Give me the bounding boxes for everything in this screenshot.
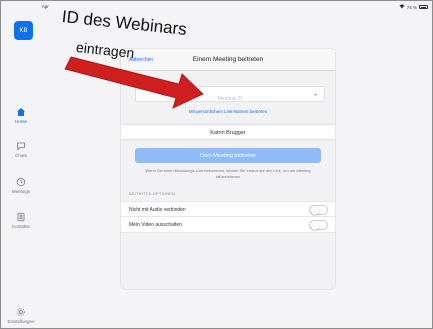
app-window: 09:46 Sonntag 18. Apr 74 % KB Home Chats… <box>0 0 433 329</box>
sidebar-item-home[interactable]: Home <box>1 107 41 124</box>
option-row-no-audio: Nicht mit Audio verbinden <box>121 201 335 217</box>
sidebar-item-settings[interactable]: Einstellungen <box>1 307 41 324</box>
sidebar-item-meetings[interactable]: Meetings <box>1 177 41 194</box>
invite-note: Wenn Sie einen Einladungs-Link bekommen,… <box>145 168 311 179</box>
sidebar-item-label: Kontakte <box>12 224 30 229</box>
meeting-id-input[interactable] <box>136 92 324 106</box>
option-row-video-off: Mein Video ausschalten <box>121 217 335 233</box>
clock-icon <box>16 177 26 187</box>
battery-text: 74 % <box>406 4 417 10</box>
options-section-title: BEITRITTS-OPTIONEN <box>129 191 176 196</box>
chevron-down-icon[interactable] <box>313 92 318 97</box>
meeting-id-field[interactable] <box>135 86 325 106</box>
chat-icon <box>17 142 25 151</box>
home-icon <box>17 108 25 116</box>
dialog-title: Einem Meeting beitreten <box>192 56 264 63</box>
join-meeting-button[interactable]: Dem Meeting beitreten <box>135 148 321 163</box>
name-field[interactable]: Katrin Brugger <box>121 124 335 140</box>
gear-icon <box>17 308 25 316</box>
contacts-icon <box>17 212 25 222</box>
no-audio-toggle[interactable] <box>309 205 328 215</box>
wifi-icon <box>399 4 405 10</box>
sidebar-item-label: Einstellungen <box>7 319 35 324</box>
dialog-header: Abbrechen Einem Meeting beitreten <box>121 49 335 71</box>
join-meeting-dialog: Abbrechen Einem Meeting beitreten Mit pe… <box>121 49 335 289</box>
avatar[interactable]: KB <box>14 21 33 40</box>
sidebar-item-label: Chats <box>15 153 27 158</box>
personal-link-button[interactable]: Mit persönlichem Link-Namen beitreten <box>121 109 335 114</box>
sidebar-item-label: Meetings <box>11 189 31 194</box>
option-label: Nicht mit Audio verbinden <box>129 207 186 213</box>
annotation-text-2: eintragen <box>75 39 136 62</box>
battery-icon <box>419 5 428 9</box>
sidebar: KB Home Chats Meetings Kontakte Einstell… <box>1 1 41 328</box>
avatar-initials: KB <box>19 27 28 34</box>
status-right: 74 % <box>399 4 428 10</box>
video-off-toggle[interactable] <box>309 220 328 230</box>
sidebar-item-contacts[interactable]: Kontakte <box>1 212 41 229</box>
sidebar-item-chats[interactable]: Chats <box>1 141 41 158</box>
sidebar-item-label: Home <box>14 119 27 124</box>
option-label: Mein Video ausschalten <box>129 222 182 228</box>
